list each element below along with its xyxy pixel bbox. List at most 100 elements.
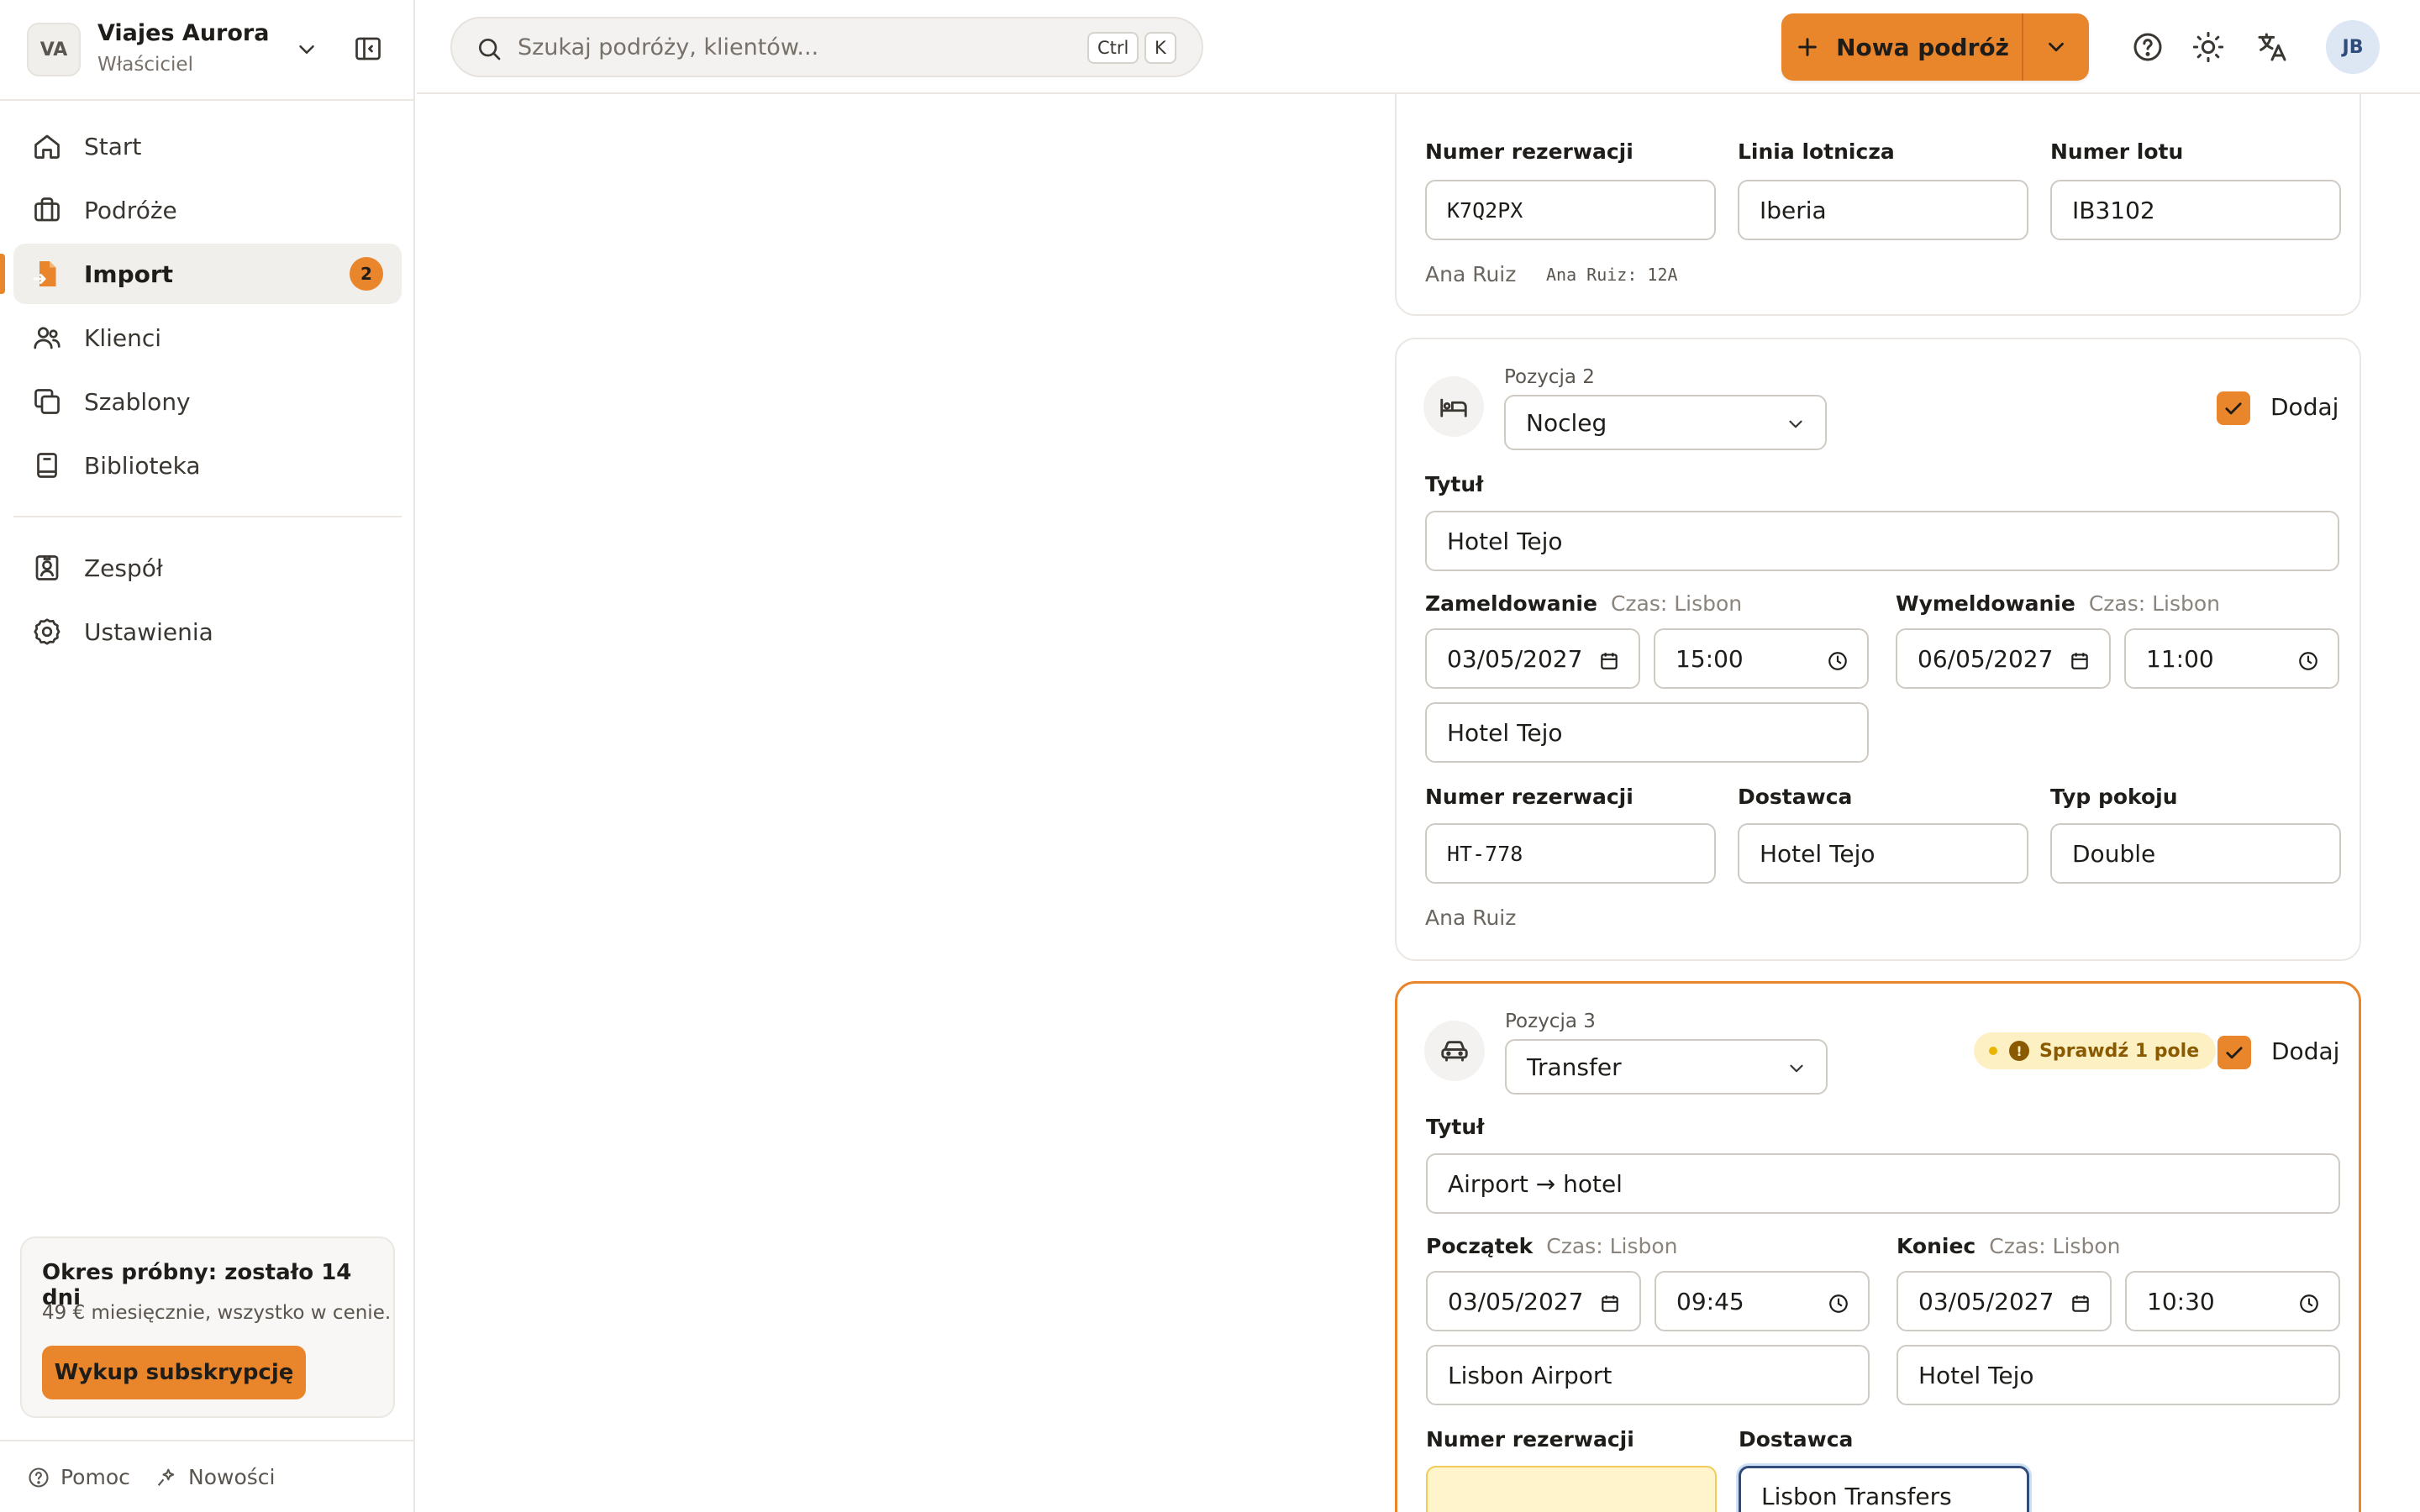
item-type-value: Transfer xyxy=(1527,1053,1622,1081)
workspace-switcher[interactable]: VA Viajes Aurora Właściciel xyxy=(0,0,415,101)
warning-dot xyxy=(1989,1047,1997,1055)
shortcut-key-ctrl: Ctrl xyxy=(1087,32,1139,64)
timezone-hint: Czas: Lisbon xyxy=(1989,1234,2121,1258)
team-badge-icon xyxy=(35,555,59,580)
chevron-down-icon[interactable] xyxy=(294,37,319,62)
import-count-badge: 2 xyxy=(350,257,383,291)
end-label: Koniec Czas: Lisbon xyxy=(1897,1234,2121,1258)
nav-label: Zespół xyxy=(84,554,163,582)
checkin-date-field[interactable]: 03/05/2027 xyxy=(1425,628,1640,689)
chevron-down-icon xyxy=(1789,420,1802,428)
topbar: Ctrl K Nowa podróż JB xyxy=(417,0,2420,94)
nav-item-import[interactable]: Import 2 xyxy=(13,244,402,304)
translate-icon[interactable] xyxy=(2255,30,2289,64)
checkout-date-field[interactable]: 06/05/2027 xyxy=(1896,628,2111,689)
position-label: Pozycja 3 xyxy=(1505,1011,1596,1032)
help-link[interactable]: Pomoc xyxy=(27,1465,130,1489)
include-label: Dodaj xyxy=(2270,393,2339,421)
check-field-warning-badge: ! Sprawdź 1 pole xyxy=(1974,1032,2217,1069)
item-type-icon xyxy=(1423,376,1484,437)
user-avatar[interactable]: JB xyxy=(2326,20,2380,74)
item-type-select[interactable]: Nocleg xyxy=(1504,395,1827,450)
sidebar-footer: Pomoc Nowości xyxy=(0,1440,415,1512)
active-nav-marker xyxy=(0,254,5,294)
timezone-hint: Czas: Lisbon xyxy=(2088,591,2221,616)
item-type-value: Nocleg xyxy=(1526,408,1607,437)
include-checkbox[interactable] xyxy=(2217,391,2250,425)
start-date-field[interactable]: 03/05/2027 xyxy=(1426,1271,1641,1331)
location-field[interactable]: Hotel Tejo xyxy=(1425,702,1869,763)
nav-label: Import xyxy=(84,260,174,288)
nav-item-clients[interactable]: Klienci xyxy=(13,307,402,368)
airline-field[interactable]: Iberia xyxy=(1738,180,2028,240)
from-location-field[interactable]: Lisbon Airport xyxy=(1426,1345,1870,1405)
search-input[interactable] xyxy=(518,30,1022,64)
users-icon xyxy=(34,327,60,349)
end-date-field[interactable]: 03/05/2027 xyxy=(1897,1271,2112,1331)
help-label: Pomoc xyxy=(60,1465,130,1489)
news-link[interactable]: Nowości xyxy=(155,1465,275,1489)
calendar-icon xyxy=(1601,653,1618,669)
title-field[interactable]: Airport → hotel xyxy=(1426,1153,2340,1214)
supplier-label: Dostawca xyxy=(1739,1427,1854,1452)
booking-label: Numer rezerwacji xyxy=(1425,785,1634,809)
briefcase-icon xyxy=(34,197,60,222)
nav-item-team[interactable]: Zespół xyxy=(13,538,402,598)
to-location-field[interactable]: Hotel Tejo xyxy=(1897,1345,2340,1405)
nav-label: Ustawienia xyxy=(84,618,213,646)
nav-item-start[interactable]: Start xyxy=(13,116,402,176)
file-import-icon xyxy=(33,261,56,286)
nav-label: Biblioteka xyxy=(84,452,201,480)
help-icon[interactable] xyxy=(2131,30,2165,64)
title-field[interactable]: Hotel Tejo xyxy=(1425,511,2339,571)
collapse-sidebar-icon[interactable] xyxy=(353,34,383,64)
booking-number-field[interactable]: HT-778 xyxy=(1425,823,1716,884)
traveler-name: Ana Ruiz xyxy=(1425,262,1517,286)
item-type-icon xyxy=(1424,1021,1485,1081)
sidebar: VA Viajes Aurora Właściciel Start Podróż… xyxy=(0,0,415,1512)
chevron-down-icon xyxy=(2049,42,2064,52)
nav-item-trips[interactable]: Podróże xyxy=(13,180,402,240)
news-label: Nowości xyxy=(188,1465,276,1489)
room-type-label: Typ pokoju xyxy=(2050,785,2178,809)
checkout-label: Wymeldowanie Czas: Lisbon xyxy=(1896,591,2221,616)
subscribe-button[interactable]: Wykup subskrypcję xyxy=(42,1346,306,1399)
booking-number-field[interactable] xyxy=(1426,1466,1717,1512)
supplier-field[interactable]: Hotel Tejo xyxy=(1738,823,2028,884)
new-trip-button[interactable]: Nowa podróż xyxy=(1781,13,2023,81)
item-type-select[interactable]: Transfer xyxy=(1505,1039,1828,1095)
checkout-time-field[interactable]: 11:00 xyxy=(2124,628,2339,689)
supplier-field[interactable]: Lisbon Transfers xyxy=(1739,1466,2029,1512)
import-review-panel: Numer rezerwacji K7Q2PX Linia lotnicza I… xyxy=(417,0,2420,1512)
trial-card: Okres próbny: zostało 14 dni 49 € miesię… xyxy=(20,1236,395,1418)
templates-icon xyxy=(34,389,60,414)
flight-number-field[interactable]: IB3102 xyxy=(2050,180,2341,240)
booking-number-field[interactable]: K7Q2PX xyxy=(1425,180,1716,240)
shortcut-key-k: K xyxy=(1144,32,1176,64)
nav-label: Szablony xyxy=(84,388,191,416)
plus-icon xyxy=(1798,38,1817,56)
supplier-label: Dostawca xyxy=(1738,785,1853,809)
nav-item-settings[interactable]: Ustawienia xyxy=(13,601,402,662)
home-icon xyxy=(34,134,60,159)
end-time-field[interactable]: 10:30 xyxy=(2125,1271,2340,1331)
search-bar[interactable]: Ctrl K xyxy=(450,17,1203,77)
help-circle-icon xyxy=(29,1467,49,1488)
workspace-avatar: VA xyxy=(27,23,81,76)
nav-item-templates[interactable]: Szablony xyxy=(13,371,402,432)
new-trip-menu-button[interactable] xyxy=(2023,13,2089,81)
position-label: Pozycja 2 xyxy=(1504,366,1595,388)
flight-number-label: Numer lotu xyxy=(2050,139,2184,164)
include-checkbox[interactable] xyxy=(2217,1036,2251,1069)
nav-divider xyxy=(13,516,402,517)
nav-item-library[interactable]: Biblioteka xyxy=(13,435,402,496)
start-time-field[interactable]: 09:45 xyxy=(1655,1271,1870,1331)
checkin-time-field[interactable]: 15:00 xyxy=(1654,628,1869,689)
import-item-card-2: Pozycja 2 Nocleg Dodaj Tytuł Hotel Tejo … xyxy=(1395,338,2361,961)
timezone-hint: Czas: Lisbon xyxy=(1546,1234,1678,1258)
clock-icon xyxy=(2299,652,2317,670)
room-type-field[interactable]: Double xyxy=(2050,823,2341,884)
sun-icon[interactable] xyxy=(2191,30,2225,64)
gear-icon xyxy=(34,618,60,645)
exclamation-icon: ! xyxy=(2009,1041,2029,1061)
